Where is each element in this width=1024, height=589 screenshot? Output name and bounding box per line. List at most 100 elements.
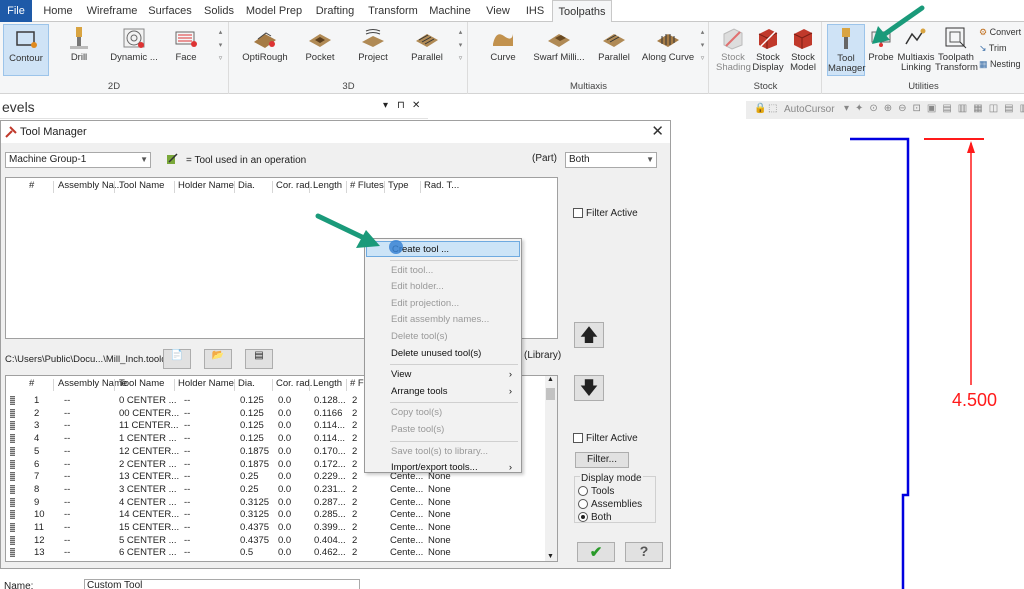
- gallery-scroll-2d[interactable]: ▴ ▾ ▿: [216, 26, 225, 65]
- copy-up-button[interactable]: 🡅: [574, 322, 604, 348]
- tab-model-prep[interactable]: Model Prep: [244, 0, 304, 22]
- along-curve-button[interactable]: Along Curve: [641, 24, 695, 76]
- tab-wireframe[interactable]: Wireframe: [84, 0, 140, 22]
- table-row[interactable]: 9 -- 4 CENTER ... -- 0.3125 0.0 0.287... 2 Cente…: [6, 497, 546, 510]
- optirough-button[interactable]: OptiRough: [240, 24, 290, 76]
- dialog-titlebar[interactable]: Tool Manager ✕: [1, 121, 670, 143]
- name-field[interactable]: Custom Tool: [84, 579, 360, 589]
- display-assemblies-radio[interactable]: [578, 499, 588, 509]
- tab-drafting[interactable]: Drafting: [310, 0, 360, 22]
- menu-item-edit-holder[interactable]: Edit holder...: [366, 279, 520, 295]
- table-row[interactable]: 11 -- 15 CENTER... -- 0.4375 0.0 0.399... 2 Cent…: [6, 522, 546, 535]
- drill-button[interactable]: Drill: [56, 24, 102, 76]
- scroll-down-icon[interactable]: ▼: [547, 553, 554, 560]
- gallery-scroll-multiaxis[interactable]: ▴ ▾ ▿: [698, 26, 707, 65]
- filter-button[interactable]: Filter...: [575, 452, 629, 468]
- table-row[interactable]: 10 -- 14 CENTER... -- 0.3125 0.0 0.285... 2 Cent…: [6, 509, 546, 522]
- new-library-button[interactable]: 📄: [163, 349, 191, 369]
- panel-pin-icon[interactable]: ⊓: [397, 100, 405, 111]
- menu-item-edit-tool[interactable]: Edit tool...: [366, 263, 520, 279]
- lib-col-tool-name[interactable]: Tool Name: [119, 378, 164, 389]
- menu-item-arrange-tools[interactable]: Arrange tools ›: [366, 384, 520, 400]
- col-header-assembly[interactable]: Assembly Na...: [58, 180, 122, 191]
- display-tools-radio[interactable]: [578, 486, 588, 496]
- gallery-scroll-3d[interactable]: ▴ ▾ ▿: [456, 26, 465, 65]
- project-button[interactable]: Project: [350, 24, 396, 76]
- trim-button[interactable]: ↘ Trim: [979, 43, 1007, 54]
- col-header-holder[interactable]: Holder Name: [178, 180, 234, 191]
- tab-surfaces[interactable]: Surfaces: [144, 0, 196, 22]
- col-header-num[interactable]: #: [29, 180, 34, 191]
- filter-active-checkbox-top[interactable]: [573, 208, 583, 218]
- tab-machine[interactable]: Machine: [426, 0, 474, 22]
- tab-ihs[interactable]: IHS: [520, 0, 550, 22]
- pocket-button[interactable]: Pocket: [298, 24, 342, 76]
- stock-display-button[interactable]: Stock Display: [752, 24, 784, 76]
- tab-view[interactable]: View: [482, 0, 514, 22]
- panel-close-icon[interactable]: ✕: [412, 100, 420, 111]
- parallel-multiaxis-button[interactable]: Parallel: [591, 24, 637, 76]
- col-header-flutes[interactable]: # Flutes: [350, 180, 384, 191]
- menu-item-delete-tool-s[interactable]: Delete tool(s): [366, 329, 520, 345]
- lib-col-assembly[interactable]: Assembly Name: [58, 378, 127, 389]
- stock-shading-button[interactable]: Stock Shading: [716, 24, 751, 76]
- col-header-length[interactable]: Length: [313, 180, 342, 191]
- col-header-tool-name[interactable]: Tool Name: [119, 180, 164, 191]
- tab-file[interactable]: File: [0, 0, 32, 22]
- machine-group-select[interactable]: Machine Group-1 ▼: [5, 152, 151, 168]
- part-filter-select[interactable]: Both ▼: [565, 152, 657, 168]
- copy-down-button[interactable]: 🡇: [574, 375, 604, 401]
- swarf-milling-button[interactable]: Swarf Milli...: [531, 24, 587, 76]
- convert-button[interactable]: ⚙ Convert: [979, 27, 1021, 38]
- panel-dropdown-icon[interactable]: ▾: [383, 100, 388, 111]
- scrollbar-thumb[interactable]: [546, 388, 555, 400]
- col-header-rad-type[interactable]: Rad. T...: [424, 180, 459, 191]
- tab-home[interactable]: Home: [36, 0, 80, 22]
- display-tools-label: Tools: [591, 486, 615, 497]
- face-button[interactable]: Face: [166, 24, 206, 76]
- tool-row-icon: [10, 484, 15, 494]
- lib-col-cor-rad[interactable]: Cor. rad.: [276, 378, 312, 389]
- display-both-radio[interactable]: [578, 512, 588, 522]
- stock-model-button[interactable]: Stock Model: [786, 24, 820, 76]
- table-row[interactable]: 8 -- 3 CENTER ... -- 0.25 0.0 0.231... 2 Cente..…: [6, 484, 546, 497]
- close-icon[interactable]: ✕: [651, 122, 664, 140]
- dynamic-button[interactable]: Dynamic ...: [108, 24, 160, 76]
- menu-item-save-tool-s-to-library[interactable]: Save tool(s) to library...: [366, 444, 520, 460]
- ok-button[interactable]: ✔: [577, 542, 615, 562]
- library-scrollbar[interactable]: ▲ ▼: [545, 376, 557, 561]
- tool-row-icon: [10, 434, 15, 444]
- parallel-3d-button[interactable]: Parallel: [404, 24, 450, 76]
- menu-item-view[interactable]: View ›: [366, 367, 520, 383]
- menu-item-import-export-tools[interactable]: Import/export tools... ›: [366, 460, 520, 476]
- menu-item-edit-assembly-names[interactable]: Edit assembly names...: [366, 312, 520, 328]
- cell-cor: 0.0: [278, 483, 292, 495]
- tab-solids[interactable]: Solids: [200, 0, 238, 22]
- lib-col-dia[interactable]: Dia.: [238, 378, 255, 389]
- col-header-cor-rad[interactable]: Cor. rad.: [276, 180, 312, 191]
- contour-button[interactable]: Contour: [3, 24, 49, 76]
- table-row[interactable]: 12 -- 5 CENTER ... -- 0.4375 0.0 0.404... 2 Cent…: [6, 535, 546, 548]
- menu-item-paste-tool-s[interactable]: Paste tool(s): [366, 422, 520, 438]
- toolpath-transform-button[interactable]: Toolpath Transform: [935, 24, 978, 76]
- filter-active-checkbox-bottom[interactable]: [573, 433, 583, 443]
- nesting-button[interactable]: ▦ Nesting: [979, 59, 1021, 70]
- menu-item-copy-tool-s[interactable]: Copy tool(s): [366, 405, 520, 421]
- tab-transform[interactable]: Transform: [366, 0, 420, 22]
- lib-col-length[interactable]: Length: [313, 378, 342, 389]
- group-label-multiaxis: Multiaxis: [570, 81, 607, 92]
- menu-item-delete-unused-tool-s[interactable]: Delete unused tool(s): [366, 346, 520, 362]
- help-button[interactable]: ?: [625, 542, 663, 562]
- lib-col-holder[interactable]: Holder Name: [178, 378, 234, 389]
- table-row[interactable]: 13 -- 6 CENTER ... -- 0.5 0.0 0.462... 2 Cente..…: [6, 547, 546, 560]
- tab-toolpaths[interactable]: Toolpaths: [552, 0, 612, 23]
- curve-button[interactable]: Curve: [481, 24, 525, 76]
- open-library-button[interactable]: 📂: [204, 349, 232, 369]
- library-settings-button[interactable]: ▤: [245, 349, 273, 369]
- cell-cor: 0.0: [278, 433, 292, 445]
- col-header-type[interactable]: Type: [388, 180, 409, 191]
- lib-col-num[interactable]: #: [29, 378, 34, 389]
- scroll-up-icon[interactable]: ▲: [547, 376, 554, 383]
- menu-item-edit-projection[interactable]: Edit projection...: [366, 296, 520, 312]
- col-header-dia[interactable]: Dia.: [238, 180, 255, 191]
